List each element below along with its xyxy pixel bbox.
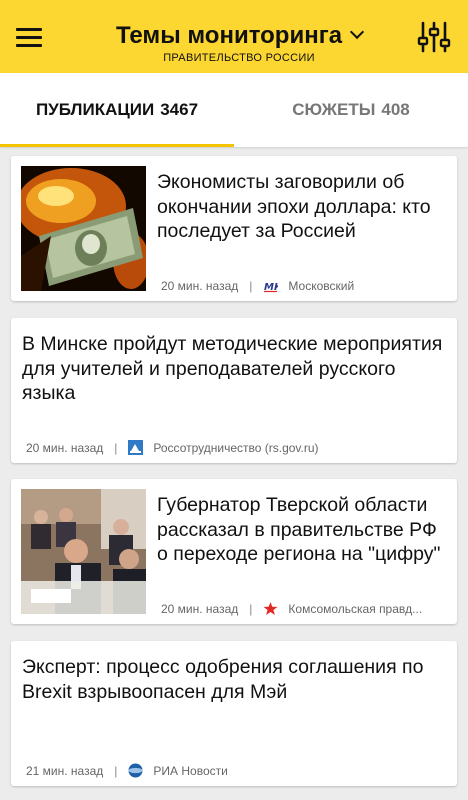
tab-stories[interactable]: СЮЖЕТЫ 408 <box>234 73 468 147</box>
menu-icon[interactable] <box>16 18 56 56</box>
page-title: Темы мониторинга <box>115 22 343 49</box>
tab-count: 408 <box>381 100 410 119</box>
app-bar: Темы мониторинга ПРАВИТЕЛЬСТВО РОССИИ <box>0 0 468 73</box>
news-meta: 20 мин. назад | МК Московский <box>161 278 355 293</box>
rossotrudnichestvo-logo-icon <box>128 440 144 455</box>
news-time: 20 мин. назад <box>161 601 239 616</box>
news-source: Московский <box>288 278 355 293</box>
burning-dollar-image <box>21 166 146 291</box>
topic-selector[interactable]: Темы мониторинга ПРАВИТЕЛЬСТВО РОССИИ <box>70 22 408 64</box>
news-card[interactable]: Экономисты заговорили об окончании эпохи… <box>11 156 457 301</box>
tab-label: СЮЖЕТЫ <box>292 100 376 119</box>
news-title: Губернатор Тверской области рассказал в … <box>157 494 441 565</box>
news-title: Эксперт: процесс одобрения соглашения по… <box>22 656 424 703</box>
page-subtitle: ПРАВИТЕЛЬСТВО РОССИИ <box>163 52 315 64</box>
news-source: Комсомольская правд... <box>288 601 423 616</box>
tab-count: 3467 <box>160 100 199 119</box>
news-title: Экономисты заговорили об окончании эпохи… <box>157 171 431 242</box>
news-meta: 21 мин. назад | РИА Новости <box>26 763 228 778</box>
news-meta: 20 мин. назад | Комсомольская правд... <box>161 601 423 616</box>
news-time: 20 мин. назад <box>161 278 239 293</box>
news-source: Россотрудничество (rs.gov.ru) <box>153 440 319 455</box>
news-card[interactable]: Эксперт: процесс одобрения соглашения по… <box>11 641 457 786</box>
news-meta: 20 мин. назад | Россотрудничество (rs.go… <box>26 440 319 455</box>
news-card[interactable]: Губернатор Тверской области рассказал в … <box>11 479 457 624</box>
chevron-down-icon <box>349 24 365 40</box>
news-time: 21 мин. назад <box>26 763 104 778</box>
tab-label: ПУБЛИКАЦИИ <box>35 100 155 119</box>
news-time: 20 мин. назад <box>26 440 104 455</box>
ria-logo-icon <box>128 763 143 778</box>
mk-logo-icon: МК <box>263 278 279 293</box>
government-meeting-image <box>21 489 146 614</box>
tab-bar: ПУБЛИКАЦИИ 3467 СЮЖЕТЫ 408 <box>0 73 468 147</box>
news-card[interactable]: В Минске пройдут методические мероприяти… <box>11 318 457 463</box>
news-source: РИА Новости <box>153 763 228 778</box>
filter-sliders-icon[interactable] <box>416 20 452 54</box>
tab-publications[interactable]: ПУБЛИКАЦИИ 3467 <box>0 73 234 147</box>
kp-logo-icon <box>263 601 279 616</box>
news-title: В Минске пройдут методические мероприяти… <box>22 333 443 404</box>
